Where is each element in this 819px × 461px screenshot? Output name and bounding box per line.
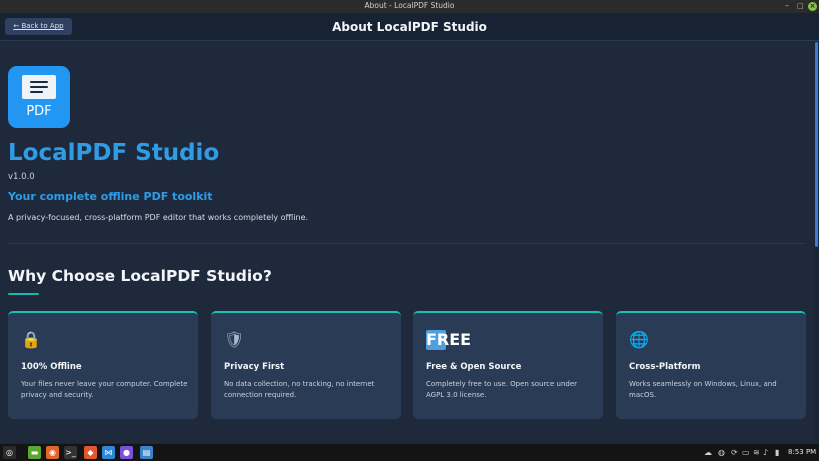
minimize-button[interactable]: –	[785, 1, 789, 11]
free-badge-icon: FREE	[426, 330, 472, 350]
localpdf-taskbar-icon[interactable]: ▤	[140, 446, 153, 459]
feature-card-cross-platform: 🌐 Cross-Platform Works seamlessly on Win…	[616, 311, 806, 419]
firefox-icon[interactable]: ◉	[46, 446, 59, 459]
wifi-icon[interactable]: ≋	[753, 447, 760, 459]
why-choose-heading: Why Choose LocalPDF Studio?	[8, 267, 272, 285]
feature-text: No data collection, no tracking, no inte…	[224, 380, 375, 399]
window-titlebar: About - LocalPDF Studio – □ ×	[0, 0, 819, 13]
vscode-icon[interactable]: ⋈	[102, 446, 115, 459]
logo-label: PDF	[26, 104, 52, 119]
app-logo-icon: PDF	[8, 66, 70, 128]
globe-icon: 🌐	[629, 330, 649, 349]
scrollbar-thumb[interactable]	[815, 42, 818, 247]
volume-icon[interactable]: ♪	[763, 447, 768, 459]
feature-card-open-source: FREE Free & Open Source Completely free …	[413, 311, 603, 419]
heading-underline	[8, 293, 39, 295]
app-header: ← Back to App About LocalPDF Studio	[0, 13, 819, 41]
taskbar: ◎ ▬ ◉ >_ ◆ ⋈ ● ▤ ☁ ◍ ⟳ ▭ ≋ ♪ ▮ 8:53 PM	[0, 443, 819, 461]
battery-icon[interactable]: ▮	[775, 447, 779, 459]
feature-text: Works seamlessly on Windows, Linux, and …	[629, 380, 777, 399]
taskbar-clock[interactable]: 8:53 PM	[788, 448, 816, 456]
close-button[interactable]: ×	[808, 2, 817, 11]
github-icon[interactable]: ●	[120, 446, 133, 459]
feature-title: Free & Open Source	[426, 362, 522, 372]
update-icon[interactable]: ⟳	[731, 447, 738, 459]
feature-title: Cross-Platform	[629, 362, 701, 372]
app-description: A privacy-focused, cross-platform PDF ed…	[8, 213, 309, 222]
shield-icon: 🛡	[224, 330, 245, 349]
divider	[8, 243, 805, 244]
tagline: Your complete offline PDF toolkit	[8, 190, 213, 203]
display-icon[interactable]: ▭	[742, 447, 750, 459]
cloud-icon[interactable]: ☁	[704, 447, 712, 459]
menu-icon[interactable]: ◎	[3, 446, 16, 459]
feature-text: Your files never leave your computer. Co…	[21, 380, 188, 399]
feature-title: 100% Offline	[21, 362, 82, 372]
feature-text: Completely free to use. Open source unde…	[426, 380, 578, 399]
brave-icon[interactable]: ◆	[84, 446, 97, 459]
page-title: About LocalPDF Studio	[332, 20, 487, 34]
app-name: LocalPDF Studio	[8, 140, 220, 166]
lock-icon: 🔒	[21, 330, 41, 349]
feature-card-offline: 🔒 100% Offline Your files never leave yo…	[8, 311, 198, 419]
feature-card-privacy: 🛡 Privacy First No data collection, no t…	[211, 311, 401, 419]
version-label: v1.0.0	[8, 172, 35, 182]
maximize-button[interactable]: □	[797, 1, 804, 11]
document-icon	[22, 75, 56, 99]
about-content[interactable]: PDF LocalPDF Studio v1.0.0 Your complete…	[0, 42, 819, 443]
window-title: About - LocalPDF Studio	[364, 1, 455, 10]
feature-title: Privacy First	[224, 362, 285, 372]
files-icon[interactable]: ▬	[28, 446, 41, 459]
terminal-icon[interactable]: >_	[64, 446, 77, 459]
shield-tray-icon[interactable]: ◍	[718, 447, 725, 459]
